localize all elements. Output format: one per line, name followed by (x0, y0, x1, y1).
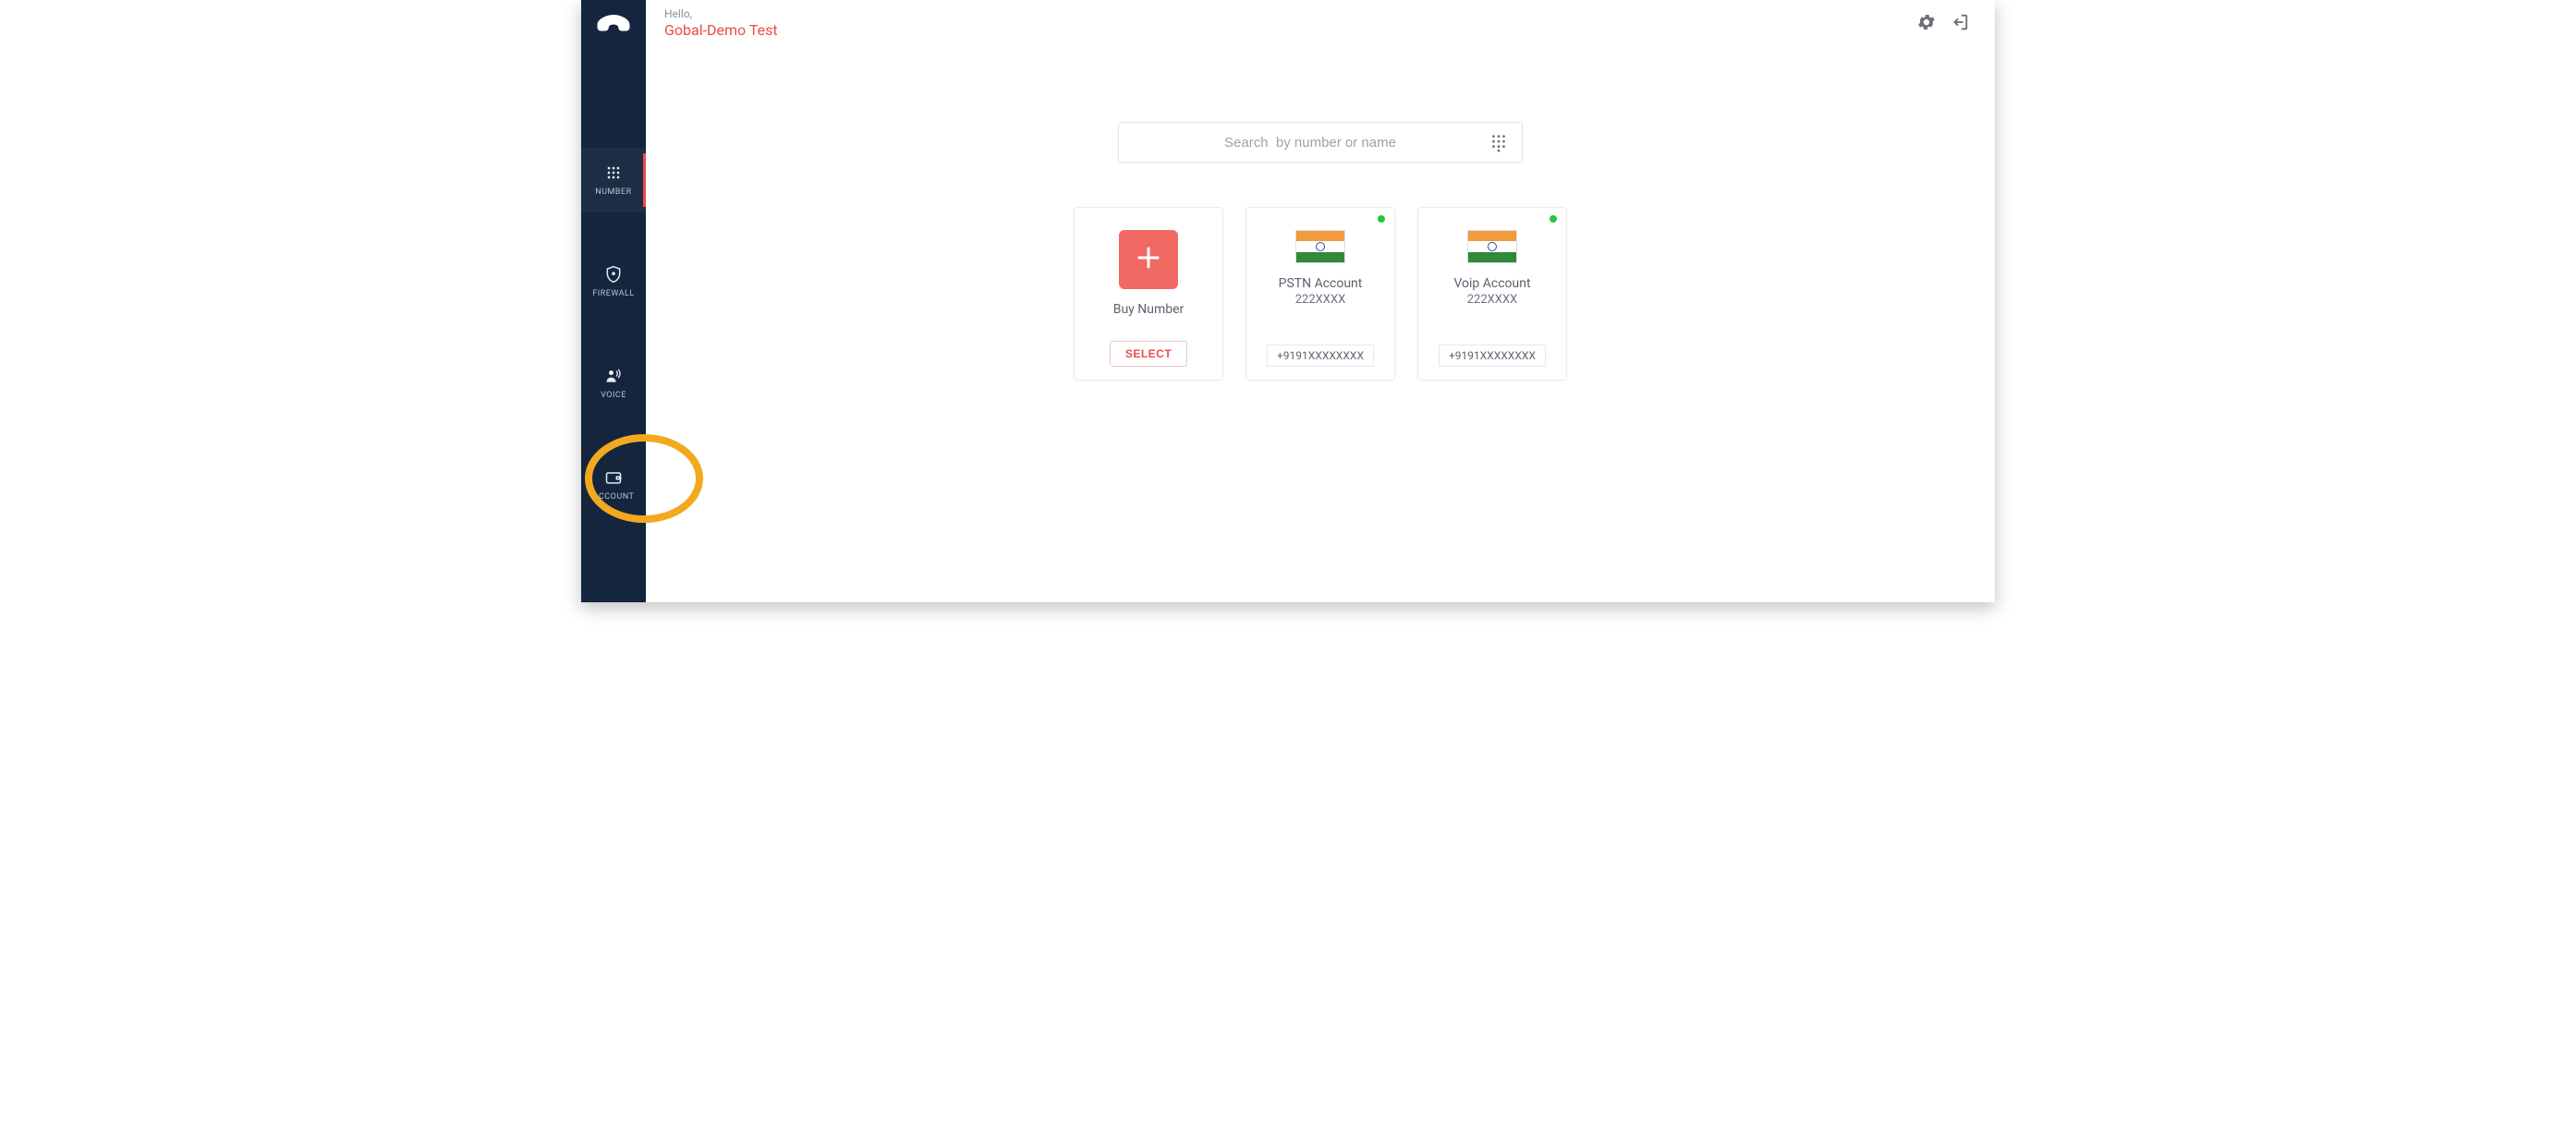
logout-icon (1950, 12, 1970, 36)
shield-icon (604, 265, 623, 284)
sidebar-item-label: ACCOUNT (593, 492, 635, 502)
sidebar-nav: NUMBER FIREWALL VOICE ACCOUNT (581, 148, 646, 554)
sidebar-item-number[interactable]: NUMBER (581, 148, 646, 212)
add-icon-box (1119, 230, 1178, 289)
cards-row: Buy Number SELECT PSTN Account 222XXXX +… (1074, 207, 1567, 381)
buy-number-card[interactable]: Buy Number SELECT (1074, 207, 1223, 381)
sidebar-item-account[interactable]: ACCOUNT (581, 453, 646, 517)
sidebar-item-label: VOICE (601, 391, 626, 400)
app-window: NUMBER FIREWALL VOICE ACCOUNT (581, 0, 1995, 602)
dialpad-icon[interactable] (1488, 132, 1509, 152)
gear-icon (1916, 12, 1937, 36)
phone-number: +9191XXXXXXXX (1267, 345, 1374, 367)
status-indicator (1549, 215, 1557, 223)
logout-button[interactable] (1943, 7, 1976, 41)
sidebar-item-voice[interactable]: VOICE (581, 351, 646, 416)
search-box[interactable] (1118, 122, 1523, 163)
plus-icon (1135, 244, 1162, 275)
user-name: Gobal-Demo Test (664, 21, 778, 41)
topbar: Hello, Gobal-Demo Test (646, 0, 1995, 48)
greeting-label: Hello, (664, 7, 778, 22)
account-card-voip[interactable]: Voip Account 222XXXX +9191XXXXXXXX (1417, 207, 1567, 381)
main-panel: Hello, Gobal-Demo Test (646, 0, 1995, 602)
sidebar: NUMBER FIREWALL VOICE ACCOUNT (581, 0, 646, 602)
voice-icon (604, 367, 623, 385)
status-indicator (1378, 215, 1385, 223)
sidebar-item-firewall[interactable]: FIREWALL (581, 249, 646, 314)
card-title: Buy Number (1113, 302, 1185, 317)
dialpad-icon (604, 163, 623, 182)
greeting: Hello, Gobal-Demo Test (664, 7, 778, 41)
content: Buy Number SELECT PSTN Account 222XXXX +… (646, 48, 1995, 602)
wallet-icon (604, 468, 623, 487)
phone-number: +9191XXXXXXXX (1439, 345, 1546, 367)
app-logo (581, 0, 646, 55)
card-title: PSTN Account (1279, 276, 1363, 291)
flag-india-icon (1295, 230, 1345, 263)
card-title: Voip Account (1453, 276, 1530, 291)
card-subtitle: 222XXXX (1295, 293, 1346, 307)
search-input[interactable] (1132, 135, 1488, 151)
settings-button[interactable] (1910, 7, 1943, 41)
select-button[interactable]: SELECT (1110, 341, 1187, 367)
flag-india-icon (1467, 230, 1517, 263)
sidebar-item-label: FIREWALL (592, 289, 634, 298)
sidebar-item-label: NUMBER (595, 188, 631, 197)
account-card-pstn[interactable]: PSTN Account 222XXXX +9191XXXXXXXX (1245, 207, 1395, 381)
card-subtitle: 222XXXX (1467, 293, 1518, 307)
